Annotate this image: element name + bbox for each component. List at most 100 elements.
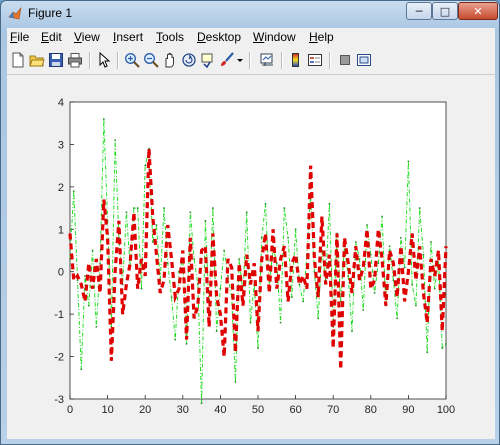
series-1-point [155,224,158,226]
series-1-point [204,219,207,222]
open-file-icon[interactable] [29,52,45,68]
window-title: Figure 1 [28,6,73,20]
colorbar-icon[interactable] [288,52,304,68]
maximize-button[interactable]: □ [432,2,458,20]
data-cursor-icon[interactable] [200,52,216,68]
series-1-point [396,317,399,320]
figure-canvas: 0 10 20 30 40 50 60 70 80 90 100 -3 -2 -1 0 1 2 3 4 [7,75,495,439]
y-tick-label: 0 [58,267,64,279]
brush-icon[interactable] [219,52,235,68]
x-tick-label: 20 [139,404,151,416]
print-icon[interactable] [67,52,83,68]
series-1-point [279,321,282,324]
x-tick-label: 60 [289,404,301,416]
series-1-point [399,236,402,239]
title-bar[interactable]: Figure 1 ─ □ ✕ [1,1,500,27]
y-tick-label: -3 [54,394,64,406]
menu-desktop[interactable]: Desktop [197,30,241,44]
series-1-point [287,236,289,239]
toolbar-separator [89,52,91,69]
series-1-point [189,211,192,214]
toolbar-separator [249,52,251,69]
series-1-point [298,283,301,286]
toolbar-separator [281,52,283,69]
link-plot-icon[interactable] [259,52,275,68]
menu-file[interactable]: File [10,30,29,44]
menu-view[interactable]: View [74,30,100,44]
series-1-point [373,292,376,294]
x-tick-label: 10 [101,404,113,416]
series-1-point [260,236,263,239]
series-1-point [294,228,297,231]
save-icon[interactable] [48,52,64,68]
dropdown-arrow-icon[interactable] [235,52,245,68]
zoom-out-icon[interactable] [143,52,159,68]
new-figure-icon[interactable] [10,52,26,68]
series-1-point [411,283,414,286]
series-1-point [174,338,177,341]
series-1-point [377,262,380,265]
series-1-point [114,139,117,142]
series-1-point [102,118,105,120]
x-tick-label: 80 [365,404,377,416]
menu-help[interactable]: Help [309,30,334,44]
minimize-button[interactable]: ─ [406,2,432,20]
series-1-point [185,342,188,345]
series-1-point [249,321,252,324]
series-1-point [317,317,320,320]
series-1-point [136,207,139,209]
series-1-point [91,249,94,252]
series-1-point [215,330,218,333]
menu-tools[interactable]: Tools [156,30,184,44]
series-1-point [441,347,444,349]
series-1-point [84,275,86,277]
pan-icon[interactable] [162,52,178,68]
close-icon: ✕ [473,4,483,18]
x-tick-label: 30 [177,404,189,416]
series-1-point [72,190,75,192]
x-tick-label: 70 [327,404,339,416]
menu-insert[interactable]: Insert [113,30,143,44]
y-tick-label: 2 [58,182,64,194]
toolbar [7,47,495,75]
plot-area[interactable]: 0 10 20 30 40 50 60 70 80 90 100 -3 -2 -1 0 1 2 3 4 [7,75,495,439]
pointer-icon[interactable] [96,52,112,68]
series-1-point [87,304,90,307]
close-button[interactable]: ✕ [458,2,498,20]
menu-edit[interactable]: Edit [41,30,62,44]
series-1-point [99,262,101,265]
series-1-point [366,224,368,226]
zoom-in-icon[interactable] [124,52,140,68]
x-tick-label: 0 [67,404,73,416]
legend-icon[interactable] [307,52,323,68]
series-1-point [234,381,237,383]
figure-window: Figure 1 ─ □ ✕ File Edit View Insert Tools De… [0,0,500,445]
series-1-point [347,275,350,277]
show-plot-tools-icon[interactable] [356,52,372,68]
series-1-point [283,207,286,209]
series-1-point [200,402,203,405]
y-tick-label: 1 [58,224,64,236]
menu-window[interactable]: Window [253,30,296,44]
series-1-point [196,283,199,286]
series-1-point [223,249,226,252]
series-1-point [163,207,165,209]
x-tick-label: 100 [437,404,455,416]
series-1-point [381,215,383,218]
series-1-point [403,266,406,269]
series-1-point [257,347,259,349]
series-1-point [358,258,361,260]
rotate-3d-icon[interactable] [181,52,197,68]
series-1-point [166,262,169,265]
x-tick-label: 50 [252,404,264,416]
series-1-point [422,253,425,256]
series-1-point [351,330,353,333]
hide-plot-tools-icon[interactable] [337,52,353,68]
series-1-point [144,164,147,167]
series-1-point [133,207,135,209]
x-tick-label: 90 [402,404,414,416]
minimize-icon: ─ [415,4,423,18]
series-1-point [140,287,143,290]
series-1-point [328,202,331,205]
series-1-point [245,211,248,214]
